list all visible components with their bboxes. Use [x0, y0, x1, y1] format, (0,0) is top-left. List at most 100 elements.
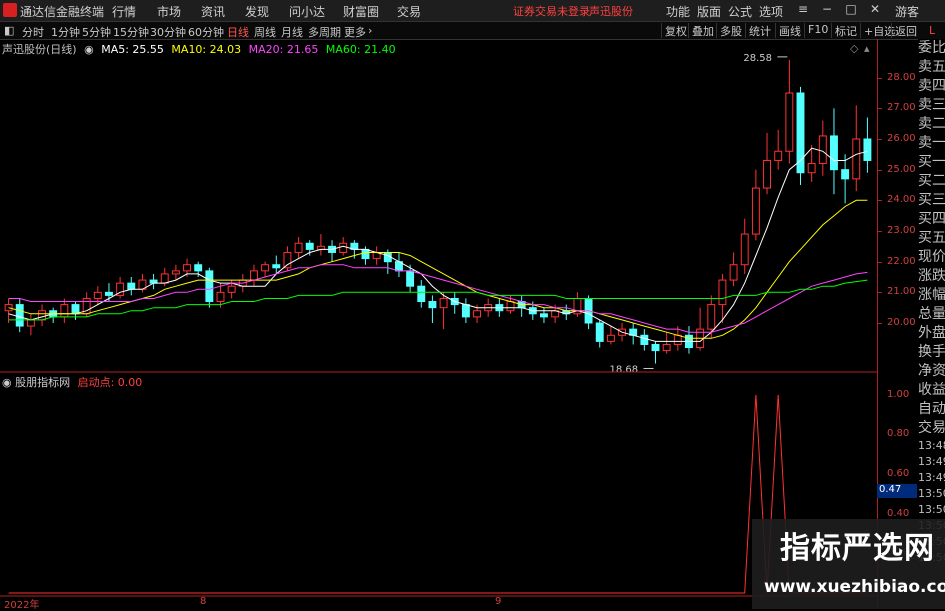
- l-icon[interactable]: L: [929, 24, 935, 37]
- candle-body: [595, 322, 604, 342]
- tool-f10[interactable]: F10: [804, 23, 831, 38]
- minimize-icon[interactable]: −: [818, 2, 836, 18]
- period-1min[interactable]: 1分钟: [51, 24, 80, 40]
- guest-user[interactable]: 游客: [895, 3, 919, 20]
- indicator-toggle-icon[interactable]: ◉: [2, 376, 12, 389]
- candle-body: [506, 301, 515, 312]
- price-tick-mark: [878, 139, 882, 140]
- sidebar-item: 13:49: [918, 471, 945, 484]
- menu-caifuquan[interactable]: 财富圈: [343, 3, 379, 20]
- period-60min[interactable]: 60分钟: [188, 24, 224, 40]
- candle-body: [250, 270, 258, 281]
- period-30min[interactable]: 30分钟: [150, 24, 186, 40]
- candle-body: [93, 291, 102, 299]
- menu-icon[interactable]: ≡: [794, 2, 812, 18]
- period-5min[interactable]: 5分钟: [82, 24, 111, 40]
- price-tick-mark: [878, 231, 882, 232]
- candle-body: [105, 291, 113, 296]
- diamond-icon[interactable]: ◇: [850, 42, 858, 55]
- indicator-tick: 0.80: [887, 428, 910, 440]
- tool-fuquan[interactable]: 复权: [661, 23, 690, 38]
- candle-body: [183, 264, 191, 272]
- period-more[interactable]: 更多: [344, 24, 366, 40]
- period-fenshi[interactable]: 分时: [22, 24, 44, 40]
- menu-xuanxiang[interactable]: 选项: [759, 3, 783, 20]
- sidebar-item: 外盘: [918, 325, 945, 341]
- maximize-icon[interactable]: □: [842, 2, 860, 18]
- more-arrow-icon[interactable]: ›: [368, 24, 372, 37]
- tool-fanhui[interactable]: 返回: [891, 23, 920, 38]
- menu-wenxiaoda[interactable]: 问小达: [289, 3, 325, 20]
- tool-biaoji[interactable]: 标记: [831, 23, 860, 38]
- sidebar-item: 买五: [918, 230, 945, 246]
- sidebar-item: 卖五: [918, 59, 945, 75]
- collapse-icon[interactable]: ▴: [864, 42, 870, 55]
- menu-gongshi[interactable]: 公式: [728, 3, 752, 20]
- candle-body: [707, 304, 716, 330]
- price-tick-mark: [878, 77, 882, 79]
- candle-body: [38, 310, 46, 321]
- sidebar-item: 买一: [918, 154, 945, 170]
- candle-body: [807, 163, 816, 174]
- menu-faxian[interactable]: 发现: [245, 3, 269, 20]
- watermark: 指标严选网 www.xuezhibiao.com: [752, 519, 945, 609]
- period-multi[interactable]: 多周期: [308, 24, 341, 40]
- sidebar-item: 买三: [918, 192, 945, 208]
- candle-body: [718, 279, 727, 306]
- login-status[interactable]: 证券交易未登录: [513, 3, 590, 19]
- menu-shichang[interactable]: 市场: [157, 3, 181, 20]
- kline-chart[interactable]: 28.58 18.68: [0, 39, 877, 609]
- toolbar-toggle-icon[interactable]: ◧: [4, 24, 14, 37]
- candle-body: [227, 285, 236, 293]
- menu-hangqing[interactable]: 行情: [112, 3, 136, 20]
- period-daily[interactable]: 日线: [227, 24, 249, 40]
- menu-jiaoyi[interactable]: 交易: [397, 3, 421, 20]
- price-tick-mark: [878, 200, 882, 202]
- candle-body: [852, 138, 861, 180]
- price-tick-mark: [878, 169, 882, 171]
- candle-body: [272, 264, 281, 269]
- tool-tongji[interactable]: 统计: [745, 23, 774, 38]
- legend-toggle-icon[interactable]: ◉: [84, 43, 94, 56]
- period-weekly[interactable]: 周线: [254, 24, 276, 40]
- candle-body: [261, 264, 270, 272]
- candle-body: [305, 242, 314, 250]
- candle-body: [651, 343, 660, 352]
- tool-duogu[interactable]: 多股: [716, 23, 745, 38]
- stock-legend-name: 声迅股份(日线): [2, 43, 77, 56]
- candles-group: [4, 59, 872, 364]
- price-tick: 27.00: [887, 102, 916, 114]
- app-title: 通达信金融终端: [20, 5, 105, 19]
- candle-body: [673, 334, 682, 345]
- menu-zixun[interactable]: 资讯: [201, 3, 225, 20]
- sidebar-item: 委比: [918, 40, 945, 56]
- candle-body: [171, 270, 180, 275]
- price-tick: 25.00: [887, 163, 916, 175]
- candle-body: [160, 273, 169, 284]
- sidebar-item: 自动: [918, 401, 945, 417]
- candle-body: [751, 187, 760, 235]
- menu-gongneng[interactable]: 功能: [666, 3, 690, 20]
- candle-body: [15, 304, 24, 327]
- ma20-value: MA20: 21.65: [248, 43, 319, 56]
- price-tick: 21.00: [887, 286, 916, 298]
- candle-body: [60, 304, 69, 318]
- sidebar-item: 涨跌: [918, 268, 945, 284]
- indicator-name: 股朋指标网: [15, 376, 71, 389]
- tool-huaxian[interactable]: 画线: [775, 23, 804, 38]
- watermark-url: www.xuezhibiao.com: [764, 577, 945, 597]
- close-icon[interactable]: ✕: [866, 2, 884, 18]
- candle-body: [294, 242, 303, 253]
- sidebar-item: 换手: [918, 344, 945, 360]
- tool-diejia[interactable]: 叠加: [688, 23, 717, 38]
- annotation-label: 28.58: [743, 53, 772, 64]
- candle-body: [417, 285, 426, 303]
- candle-body: [216, 291, 225, 303]
- menu-banmian[interactable]: 版面: [697, 3, 721, 20]
- candle-body: [473, 310, 481, 318]
- sidebar-item: 13:50: [918, 487, 945, 500]
- period-monthly[interactable]: 月线: [281, 24, 303, 40]
- x-label-sep: 9: [495, 596, 502, 607]
- indicator-line: [8, 394, 868, 594]
- period-15min[interactable]: 15分钟: [113, 24, 149, 40]
